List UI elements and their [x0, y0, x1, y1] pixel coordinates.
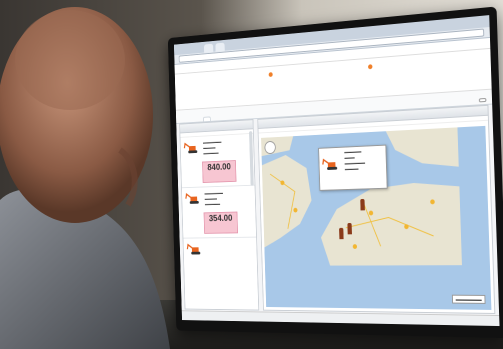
map-pin-icon[interactable]	[339, 227, 344, 240]
person-foreground	[0, 7, 170, 349]
machine-details: ▬▬▬▬▬▬ ▬▬▬▬ ▬▬▬▬▬	[202, 139, 222, 156]
browser-tab[interactable]	[215, 42, 225, 52]
price-value: 354.00	[208, 213, 233, 224]
content-panels: ▬▬▬▬▬▬ ▬▬▬▬ ▬▬▬▬▬ 840.00 ▬▬▬▬▬▬ ▬▬▬▬ ▬▬▬▬▬ 3	[179, 104, 496, 314]
tab-2[interactable]	[203, 116, 211, 122]
print-button[interactable]	[478, 97, 487, 103]
info-field	[267, 72, 273, 78]
status-dot-icon	[268, 72, 273, 78]
map-pin-icon[interactable]	[347, 222, 352, 235]
browser-tab[interactable]	[203, 43, 214, 53]
tab-4[interactable]	[245, 115, 251, 119]
map-pin-icon[interactable]	[360, 198, 365, 211]
map[interactable]: ▬▬▬▬▬ ▬▬▬ ▬▬▬▬▬▬ ▬▬▬▬ ▬▬▬▬▬▬▬	[261, 125, 492, 310]
info-field	[366, 64, 373, 70]
machine-details: ▬▬▬▬▬▬ ▬▬▬▬ ▬▬▬▬▬	[204, 190, 223, 207]
location-panel: ▬▬▬▬▬ ▬▬▬ ▬▬▬▬▬▬ ▬▬▬▬ ▬▬▬▬▬▬▬	[257, 104, 496, 314]
monitor: ▬▬▬▬▬▬ ▬▬▬▬ ▬▬▬▬▬ 840.00 ▬▬▬▬▬▬ ▬▬▬▬ ▬▬▬▬▬ 3	[167, 6, 503, 339]
price-box: 354.00	[203, 211, 239, 234]
tab-5[interactable]	[265, 113, 271, 117]
excavator-icon	[322, 157, 338, 170]
map-popup[interactable]: ▬▬▬▬▬ ▬▬▬ ▬▬▬▬▬▬ ▬▬▬▬	[318, 144, 388, 191]
map-control[interactable]: ▬▬▬▬▬▬▬	[451, 294, 486, 304]
price-box: 840.00	[202, 160, 237, 183]
status-dot-icon	[368, 64, 373, 70]
price-value: 840.00	[207, 162, 231, 173]
screen: ▬▬▬▬▬▬ ▬▬▬▬ ▬▬▬▬▬ 840.00 ▬▬▬▬▬▬ ▬▬▬▬ ▬▬▬▬▬ 3	[173, 15, 500, 327]
tab-3[interactable]	[224, 116, 230, 120]
